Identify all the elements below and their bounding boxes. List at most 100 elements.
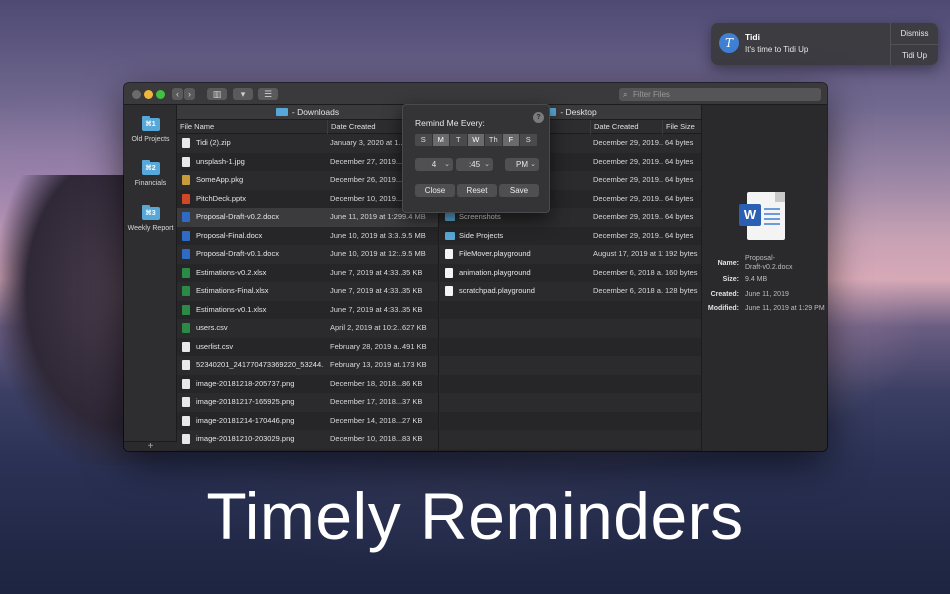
file-name: image-20181214-170446.png: [196, 415, 295, 425]
day-toggle[interactable]: F: [502, 134, 520, 146]
trash-button[interactable]: ▾: [233, 88, 253, 100]
file-size: 37 KB: [402, 397, 423, 406]
table-row[interactable]: PitchDeck.pptx December 10, 2019...: [177, 189, 438, 208]
help-button[interactable]: ?: [533, 112, 544, 123]
sidebar-item-financials[interactable]: ⌘2 Financials: [124, 160, 177, 187]
view-toggle-button[interactable]: ▥: [207, 88, 227, 100]
sidebar-item-old-projects[interactable]: ⌘1 Old Projects: [124, 116, 177, 143]
add-favorite-button[interactable]: +: [124, 441, 177, 451]
notification-banner[interactable]: T Tidi It's time to Tidi Up Dismiss Tidi…: [711, 23, 938, 65]
pane-title: - Desktop: [560, 107, 597, 117]
date-created: April 2, 2019 at 10:2...: [330, 323, 402, 332]
date-created: December 6, 2018 a...: [593, 267, 663, 277]
table-row[interactable]: image-20181218-205737.png December 18, 20…: [177, 374, 438, 393]
folder-icon: ⌘3: [141, 205, 160, 220]
column-header-file-size[interactable]: File Size: [662, 120, 701, 134]
search-icon: ⌕: [623, 90, 628, 99]
file-size: 35 KB: [402, 267, 423, 277]
sidebar: ⌘1 Old Projects ⌘2 Financials ⌘3 Weekly …: [124, 105, 177, 451]
close-window-button[interactable]: [132, 90, 141, 99]
file-file-icon: [182, 156, 190, 167]
day-toggle[interactable]: Th: [485, 134, 503, 146]
date-created: December 29, 2019...: [593, 138, 663, 147]
table-row[interactable]: image-20181214-170446.png December 14, 20…: [177, 411, 438, 430]
table-row[interactable]: SomeApp.pkg December 26, 2019...: [177, 171, 438, 190]
table-row[interactable]: Side Projects December 29, 2019... 64 byte…: [440, 226, 701, 245]
table-row[interactable]: Estimations-v0.2.xlsx June 7, 2019 at 4:3…: [177, 263, 438, 282]
table-row[interactable]: image-20181210-203029.png December 10, 20…: [177, 430, 438, 449]
day-selector: S M T W Th F S: [415, 134, 538, 146]
table-row[interactable]: animation.playground December 6, 2018 a..…: [440, 263, 701, 282]
table-row[interactable]: Tidi (2).zip January 3, 2020 at 1...: [177, 134, 438, 153]
table-row[interactable]: unsplash-1.jpg December 27, 2019...: [177, 152, 438, 171]
date-created: December 26, 2019...: [330, 175, 402, 184]
zip-file-icon: [182, 138, 190, 148]
table-row[interactable]: scratchpad.playground December 6, 2018 a.…: [440, 282, 701, 301]
table-row[interactable]: Estimations-v0.1.xlsx June 7, 2019 at 4:3…: [177, 300, 438, 319]
tidi-up-button[interactable]: Tidi Up: [891, 45, 938, 66]
filter-files-input[interactable]: ⌕ Filter Files: [619, 88, 821, 101]
notification-message: It's time to Tidi Up: [745, 45, 809, 54]
file-size: 64 bytes: [665, 212, 694, 221]
file-name: image-20181218-205737.png: [196, 378, 295, 388]
table-row[interactable]: users.csv April 2, 2019 at 10:2... 627 KB: [177, 319, 438, 338]
list-button[interactable]: ☰: [258, 88, 278, 100]
table-row[interactable]: Proposal-Draft-v0.2.docx June 11, 2019 at…: [177, 208, 438, 227]
table-row[interactable]: userlist.csv February 28, 2019 a... 491 KB: [177, 337, 438, 356]
file-name: unsplash-1.jpg: [196, 156, 245, 166]
date-created: December 29, 2019...: [593, 175, 663, 184]
dismiss-button[interactable]: Dismiss: [891, 23, 938, 44]
ampm-select[interactable]: PM ⌄: [505, 158, 539, 171]
trash-icon: ▾: [240, 89, 246, 99]
sidebar-item-label: Financials: [134, 180, 167, 187]
minimize-window-button[interactable]: [144, 90, 153, 99]
reset-button[interactable]: Reset: [457, 184, 497, 197]
back-button[interactable]: ‹: [172, 88, 183, 100]
day-toggle[interactable]: W: [467, 134, 485, 146]
file-size: 64 bytes: [665, 138, 694, 147]
file-size: 9.5 MB: [402, 249, 426, 258]
pg-file-icon: [445, 267, 453, 278]
zoom-window-button[interactable]: [156, 90, 165, 99]
table-row[interactable]: Proposal-Final.docx June 10, 2019 at 3:3.…: [177, 226, 438, 245]
file-file-icon: [182, 434, 190, 444]
empty-row: [440, 319, 701, 338]
file-name: 52340201_241770473369220_53244...: [196, 360, 324, 369]
word-badge: W: [739, 204, 761, 226]
file-file-icon: [182, 397, 190, 407]
file-name: scratchpad.playground: [459, 286, 535, 295]
doc-file-icon: [182, 249, 190, 259]
column-header-date-created[interactable]: Date Created: [590, 120, 662, 134]
table-row[interactable]: 52340201_241770473369220_53244... Februar…: [177, 356, 438, 375]
save-button[interactable]: Save: [499, 184, 539, 197]
file-size: 86 KB: [402, 378, 423, 388]
column-header-file-name[interactable]: File Name: [177, 120, 327, 134]
date-created: June 10, 2019 at 3:3...: [330, 230, 402, 240]
forward-button[interactable]: ›: [184, 88, 195, 100]
minute-select[interactable]: :45 ⌄: [456, 158, 493, 171]
file-size: 128 bytes: [665, 286, 698, 295]
modified-label: Modified:: [707, 305, 739, 312]
day-toggle[interactable]: S: [520, 134, 538, 146]
day-toggle[interactable]: T: [450, 134, 468, 146]
table-row[interactable]: image-20181217-165925.png December 17, 20…: [177, 393, 438, 412]
table-row[interactable]: Proposal-Draft-v0.1.docx June 10, 2019 at…: [177, 245, 438, 264]
date-created: June 11, 2019 at 1:29...: [330, 212, 402, 221]
date-created: December 6, 2018 a...: [593, 286, 663, 295]
date-created: December 14, 2018...: [330, 415, 402, 425]
date-created: February 28, 2019 a...: [330, 341, 402, 351]
sidebar-item-weekly-report[interactable]: ⌘3 Weekly Report: [124, 205, 177, 232]
doc-file-icon: [182, 212, 190, 222]
table-row[interactable]: Estimations-Final.xlsx June 7, 2019 at 4:…: [177, 282, 438, 301]
file-size: 160 bytes: [665, 267, 698, 277]
sidebar-item-label: Old Projects: [131, 136, 170, 143]
file-size: 491 KB: [402, 341, 427, 351]
file-name: FileMover.playground: [459, 249, 531, 258]
xls-file-icon: [182, 286, 190, 296]
day-toggle[interactable]: M: [432, 134, 450, 146]
day-toggle[interactable]: S: [415, 134, 433, 146]
table-row[interactable]: FileMover.playground August 17, 2019 at 1…: [440, 245, 701, 264]
close-button[interactable]: Close: [415, 184, 455, 197]
date-created: December 17, 2018...: [330, 397, 402, 406]
hour-select[interactable]: 4 ⌄: [415, 158, 453, 171]
